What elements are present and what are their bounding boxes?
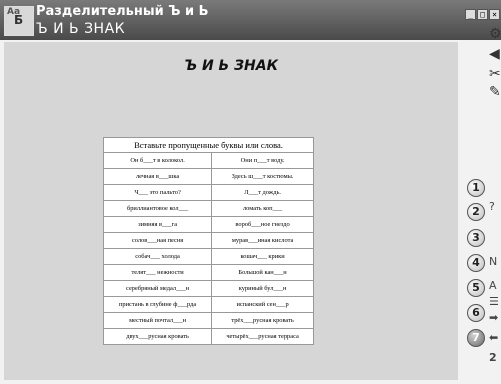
exercise-cell[interactable]: ломать коп___: [211, 200, 314, 217]
instruction-text: Вставьте пропущенные буквы или слова.: [103, 137, 314, 153]
sound-icon[interactable]: ◀: [489, 47, 500, 61]
exercise-cell[interactable]: испанский сен___р: [211, 296, 314, 313]
exercise-cell[interactable]: серебряный медал___н: [102, 280, 213, 297]
window-subtitle: Ъ И Ь ЗНАК: [36, 21, 126, 37]
exercise-cell[interactable]: Они п___т воду.: [211, 152, 314, 169]
page-number: 2: [489, 351, 497, 364]
table-row: серебряный медал___н куриный бул___н: [102, 280, 314, 297]
table-row: телят___ нежности Большой кан___н: [102, 264, 314, 281]
window-title: Разделительный Ъ и Ь: [36, 4, 209, 19]
title-bar: Aа Б Разделительный Ъ и Ь Ъ И Ь ЗНАК _ □…: [0, 0, 501, 40]
text-icon[interactable]: A: [489, 280, 497, 292]
table-row: зимняя в___га вороб___ное гнездо: [102, 216, 314, 233]
exercise-cell[interactable]: четырёх___русная терраса: [211, 328, 314, 345]
next-arrow-icon[interactable]: ➡: [489, 312, 498, 324]
exercise-cell[interactable]: бриллиантовое кол___: [102, 200, 213, 217]
exercise-cell[interactable]: Ч___ это пальто?: [102, 184, 213, 201]
exercise-table: Вставьте пропущенные буквы или слова. Он…: [102, 137, 314, 345]
exercise-cell[interactable]: пристань в глубине ф___рда: [102, 296, 213, 313]
exercise-cell[interactable]: собач___ холода: [102, 248, 213, 265]
window-controls: _ □ ×: [465, 9, 500, 20]
close-button[interactable]: ×: [489, 9, 500, 20]
settings-icon[interactable]: ⚙: [489, 27, 501, 41]
table-row: собач___ холода кошач___ крики: [102, 248, 314, 265]
exercise-cell[interactable]: лечная в___шка: [102, 168, 213, 185]
exercise-cell[interactable]: Большой кан___н: [211, 264, 314, 281]
table-row: солов___ная песня мурав___иная кислота: [102, 232, 314, 249]
step-button-7[interactable]: 7: [467, 329, 485, 347]
exercise-cell[interactable]: трёх___русная кровать: [211, 312, 314, 329]
scissors-icon[interactable]: ✂: [489, 67, 501, 81]
app-logo-letter-big: Б: [14, 13, 24, 27]
page-heading: Ъ И Ь ЗНАК: [183, 58, 279, 74]
exercise-cell[interactable]: Л___т дождь.: [211, 184, 314, 201]
step-button-6[interactable]: 6: [467, 304, 485, 322]
exercise-cell[interactable]: кошач___ крики: [211, 248, 314, 265]
table-row: бриллиантовое кол___ ломать коп___: [102, 200, 314, 217]
exercise-cell[interactable]: Здесь ш___т костюмы.: [211, 168, 314, 185]
exercise-cell[interactable]: телят___ нежности: [102, 264, 213, 281]
table-row: Он б___т в колокол. Они п___т воду.: [102, 152, 314, 169]
exercise-cell[interactable]: вороб___ное гнездо: [211, 216, 314, 233]
app-logo-icon: Aа Б: [4, 6, 34, 36]
table-row: двух___русная кровать четырёх___русная те…: [102, 328, 314, 345]
exercise-cell[interactable]: солов___ная песня: [102, 232, 213, 249]
maximize-button[interactable]: □: [477, 9, 488, 20]
back-arrow-icon[interactable]: ⬅: [489, 332, 498, 344]
pencil-icon[interactable]: ✎: [489, 85, 501, 99]
exercise-cell[interactable]: мурав___иная кислота: [211, 232, 314, 249]
exercise-cell[interactable]: Он б___т в колокол.: [102, 152, 213, 169]
help-icon[interactable]: ?: [489, 201, 495, 213]
step-button-4[interactable]: 4: [467, 254, 485, 272]
exercise-cell[interactable]: местный почтал___н: [102, 312, 213, 329]
exercise-cell[interactable]: куриный бул___н: [211, 280, 314, 297]
step-button-3[interactable]: 3: [467, 229, 485, 247]
exercise-cell[interactable]: зимняя в___га: [102, 216, 213, 233]
instruction-row: Вставьте пропущенные буквы или слова.: [103, 137, 314, 153]
exercise-cell[interactable]: двух___русная кровать: [102, 328, 213, 345]
notes-icon[interactable]: N: [489, 256, 497, 268]
list-icon[interactable]: ☰: [489, 296, 499, 308]
table-row: местный почтал___н трёх___русная кровать: [102, 312, 314, 329]
step-button-5[interactable]: 5: [467, 279, 485, 297]
step-button-1[interactable]: 1: [467, 179, 485, 197]
minimize-button[interactable]: _: [465, 9, 476, 20]
table-row: лечная в___шка Здесь ш___т костюмы.: [102, 168, 314, 185]
table-row: Ч___ это пальто? Л___т дождь.: [102, 184, 314, 201]
step-button-2[interactable]: 2: [467, 203, 485, 221]
table-row: пристань в глубине ф___рда испанский сен_…: [102, 296, 314, 313]
